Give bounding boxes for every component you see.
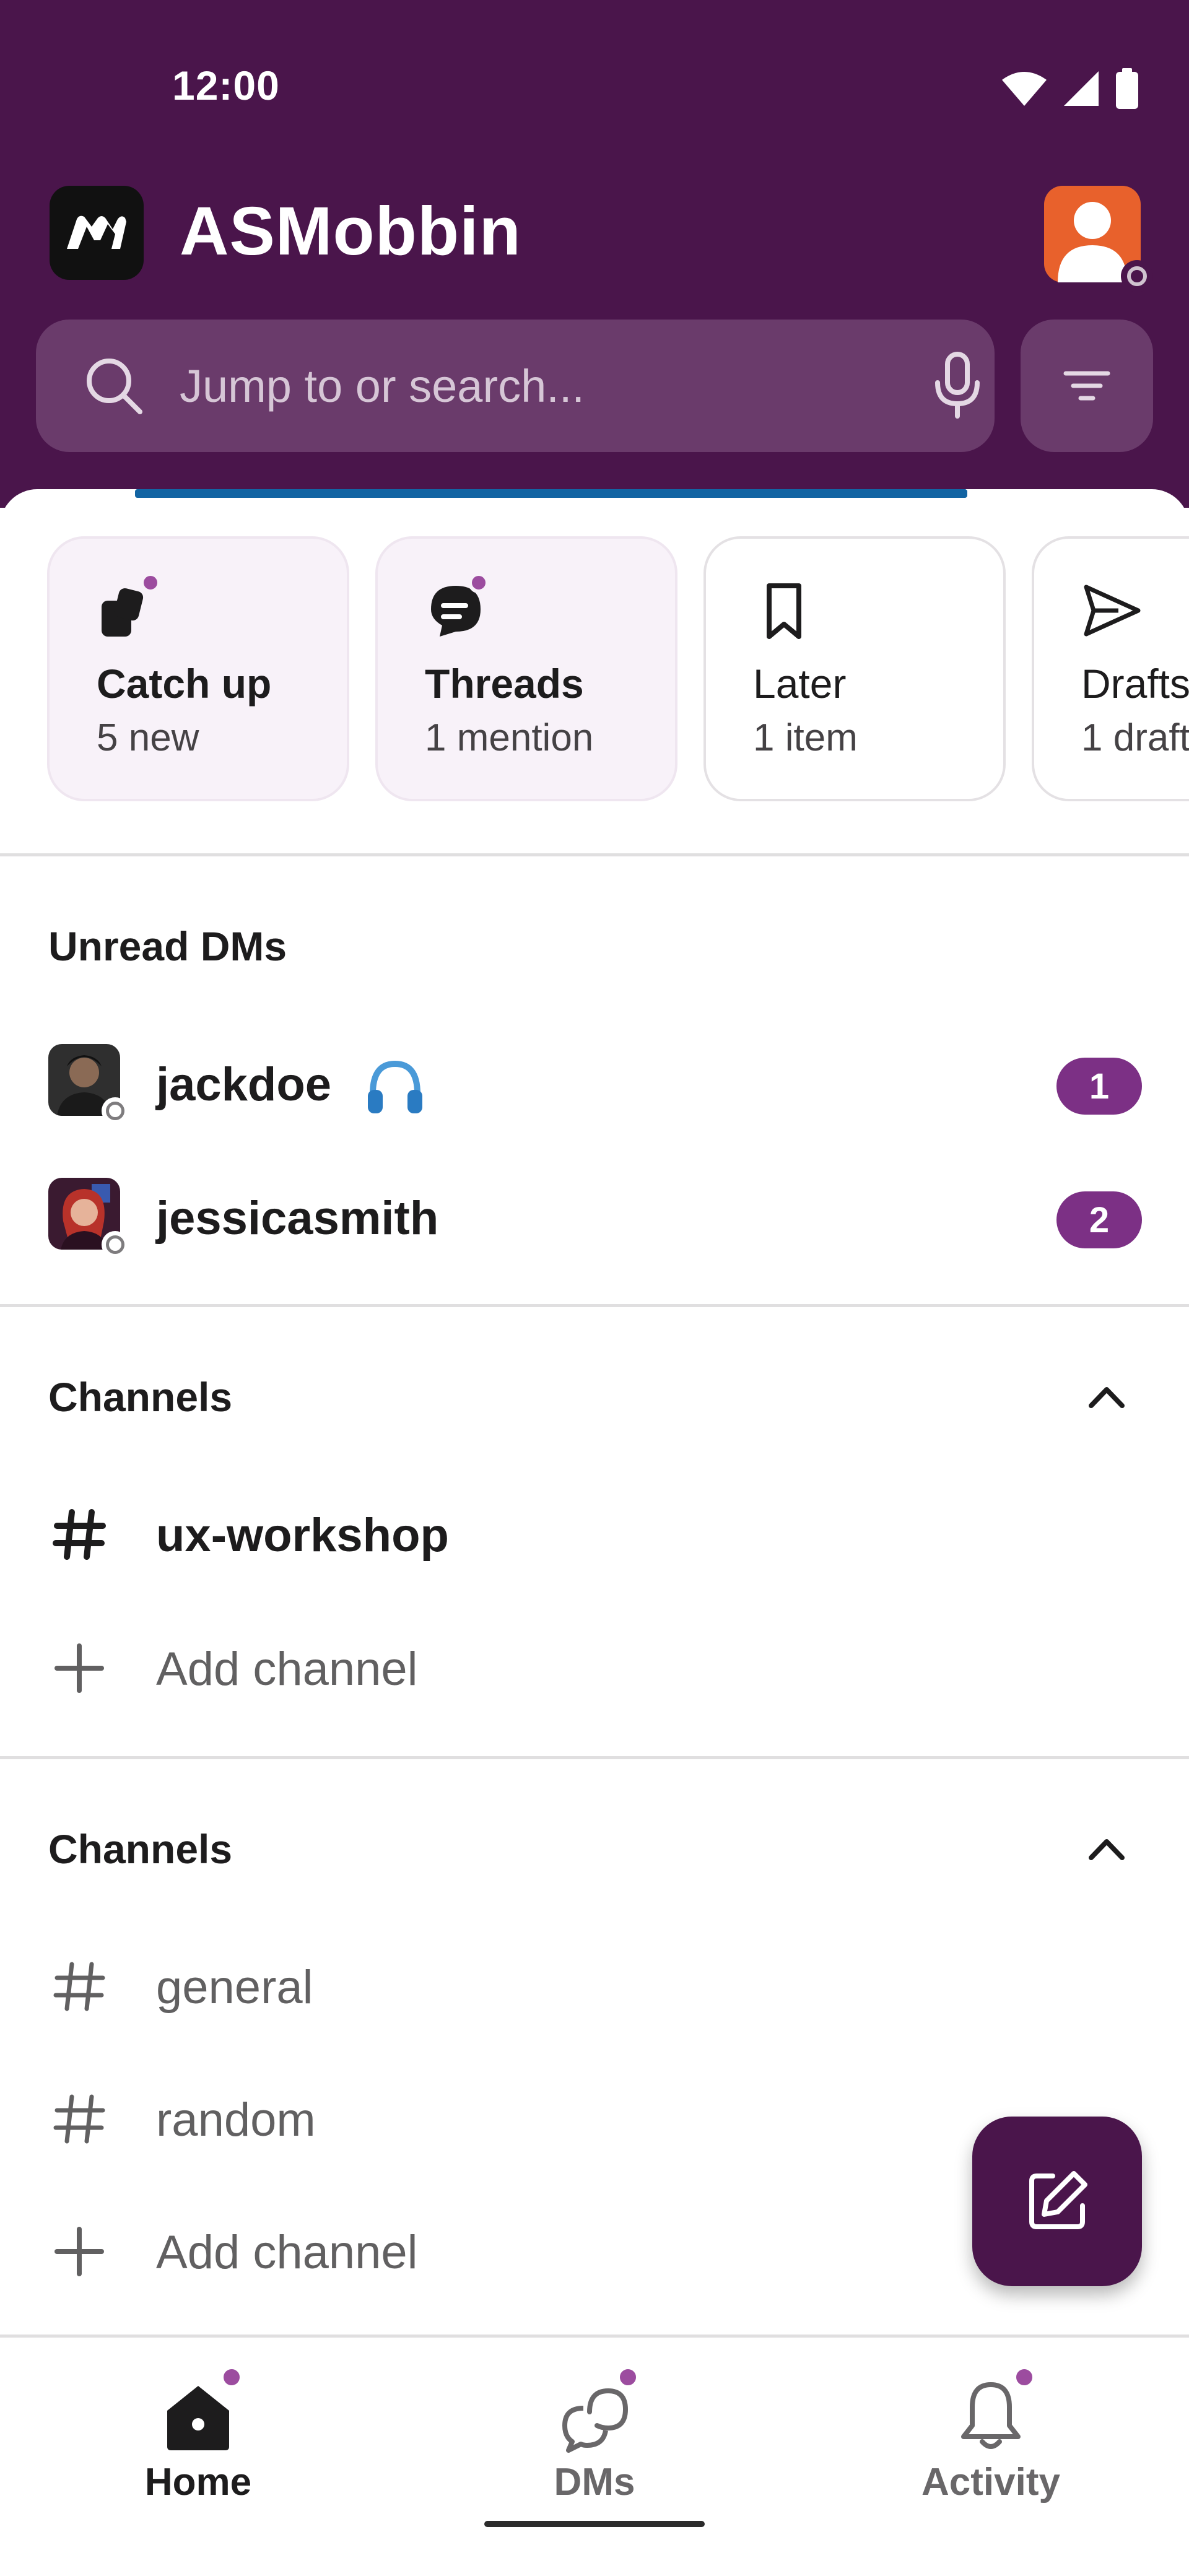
tab-home[interactable]: Home <box>0 2338 396 2523</box>
card-later[interactable]: Later 1 item <box>703 536 1006 801</box>
compose-button[interactable] <box>972 2117 1142 2286</box>
cellular-icon <box>1064 71 1099 106</box>
tab-activity[interactable]: Activity <box>793 2338 1189 2523</box>
wifi-icon <box>1002 72 1047 106</box>
channel-label: Add channel <box>156 2226 418 2279</box>
card-subtitle: 5 new <box>97 716 199 759</box>
card-subtitle: 1 draft <box>1081 716 1189 759</box>
quick-access-cards: Catch up 5 new Threads 1 mention Later 1… <box>47 536 1189 804</box>
home-gesture-bar <box>484 2521 705 2527</box>
status-bar: 12:00 <box>0 0 1189 173</box>
card-threads[interactable]: Threads 1 mention <box>375 536 677 801</box>
dm-row-jessicasmith[interactable]: jessicasmith 2 <box>0 1158 1189 1269</box>
nav-label: Home <box>144 2461 252 2504</box>
hash-icon <box>53 1962 105 2011</box>
card-title: Later <box>753 661 847 707</box>
profile-avatar[interactable] <box>1044 186 1153 292</box>
filter-icon <box>1063 371 1110 401</box>
filter-button[interactable] <box>1021 320 1153 452</box>
tab-dms[interactable]: DMs <box>396 2338 793 2523</box>
card-subtitle: 1 item <box>753 716 858 759</box>
status-icons <box>1001 68 1139 109</box>
unread-count-badge: 2 <box>1056 1191 1142 1248</box>
plus-icon <box>54 1643 104 1693</box>
workspace-name[interactable]: ASMobbin <box>180 192 521 271</box>
presence-indicator <box>102 1231 129 1258</box>
card-unread-dot <box>140 572 161 593</box>
dm-row-jackdoe[interactable]: jackdoe 1 <box>0 1024 1189 1136</box>
bottom-nav: Home DMs Activity <box>0 2334 1189 2576</box>
nav-unread-dot <box>1012 2365 1037 2390</box>
headphones-icon <box>368 1060 422 1113</box>
microphone-icon[interactable] <box>928 350 987 420</box>
section-divider <box>0 1304 1189 1307</box>
hash-icon <box>53 2094 105 2144</box>
search-input[interactable] <box>180 352 873 420</box>
chevron-up-icon[interactable] <box>1085 1376 1128 1419</box>
card-subtitle: 1 mention <box>425 716 594 759</box>
refresh-progress-bar <box>135 489 967 498</box>
presence-indicator <box>1121 260 1153 292</box>
channel-label: general <box>156 1961 313 2014</box>
battery-icon <box>1116 68 1138 109</box>
card-title: Drafts <box>1081 661 1189 707</box>
workspace-logo[interactable] <box>50 186 144 280</box>
app-header: 12:00 ASMobbin <box>0 0 1189 508</box>
send-icon <box>1084 585 1141 637</box>
chevron-up-icon[interactable] <box>1085 1828 1128 1871</box>
add-channel-button[interactable]: Add channel <box>0 1608 1189 1731</box>
nav-label: DMs <box>554 2461 635 2504</box>
card-drafts[interactable]: Drafts 1 draft <box>1032 536 1189 801</box>
unread-dms-title: Unread DMs <box>48 923 287 969</box>
section-divider <box>0 1756 1189 1759</box>
bookmark-icon <box>767 583 801 639</box>
channels-section-title[interactable]: Channels <box>48 1825 232 1873</box>
nav-label: Activity <box>921 2461 1060 2504</box>
unread-count-badge: 1 <box>1056 1058 1142 1115</box>
channel-item-ux-workshop[interactable]: ux-workshop <box>0 1474 1189 1598</box>
channels-section-title[interactable]: Channels <box>48 1373 232 1421</box>
workspace-logo-icon <box>67 215 126 249</box>
dm-name: jessicasmith <box>156 1192 439 1245</box>
channel-label: Add channel <box>156 1643 418 1695</box>
compose-icon <box>1029 2171 1087 2229</box>
search-icon <box>87 359 142 414</box>
hash-icon <box>53 1509 106 1560</box>
channel-label: random <box>156 2094 316 2146</box>
status-time: 12:00 <box>172 63 280 108</box>
card-unread-dot <box>468 572 489 593</box>
card-title: Catch up <box>97 661 272 707</box>
search-bar[interactable] <box>36 320 995 452</box>
nav-unread-dot <box>616 2365 640 2390</box>
plus-icon <box>54 2227 104 2276</box>
card-catch-up[interactable]: Catch up 5 new <box>47 536 349 801</box>
section-divider <box>0 853 1189 856</box>
nav-unread-dot <box>219 2365 244 2390</box>
card-title: Threads <box>425 661 584 707</box>
channel-item-general[interactable]: general <box>0 1926 1189 2050</box>
channel-label: ux-workshop <box>156 1509 449 1562</box>
presence-indicator <box>102 1097 129 1125</box>
dm-name: jackdoe <box>156 1058 332 1111</box>
